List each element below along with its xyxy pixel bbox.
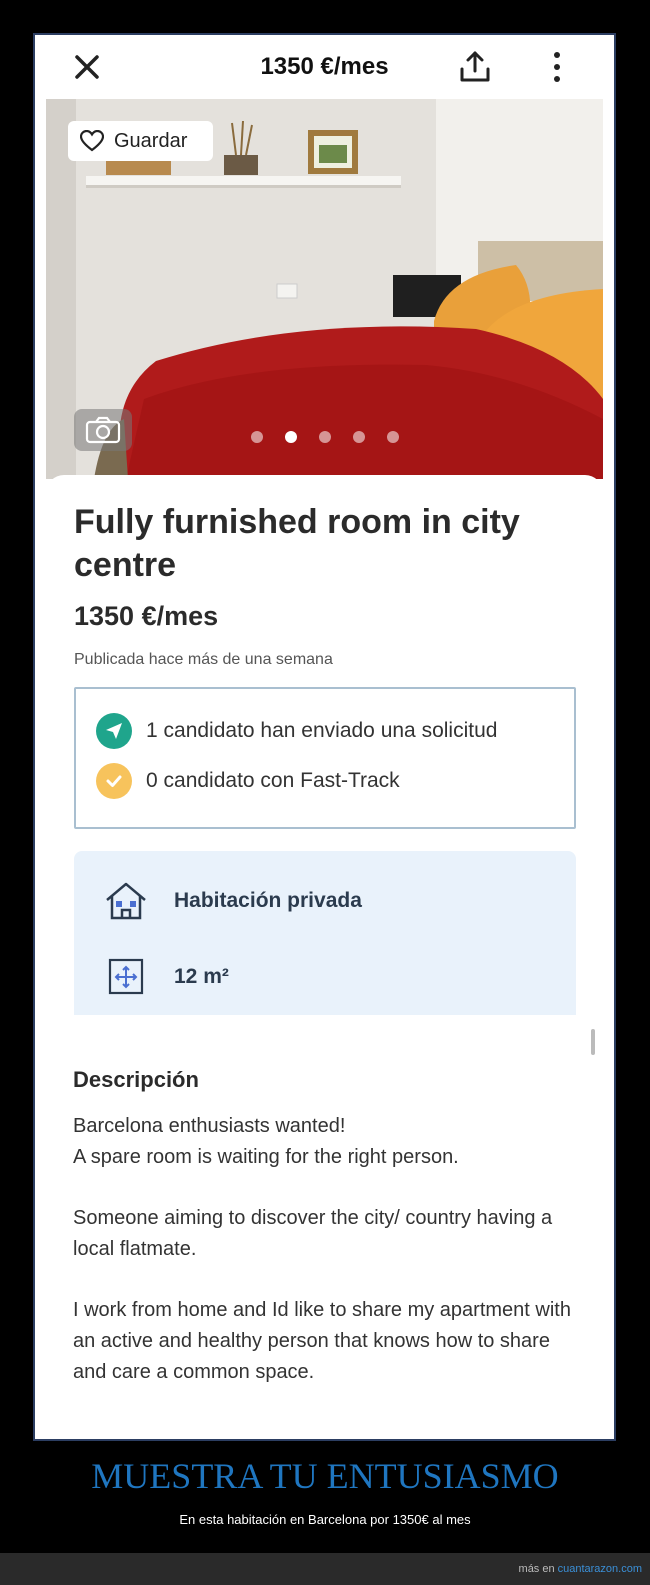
carousel-dot[interactable] xyxy=(387,431,399,443)
feature-size: 12 m² xyxy=(104,957,229,997)
published-date: Publicada hace más de una semana xyxy=(74,651,333,668)
send-icon xyxy=(96,713,132,749)
more-icon[interactable] xyxy=(545,49,569,85)
applicants-box: 1 candidato han enviado una solicitud 0 … xyxy=(74,687,576,829)
feature-room-type: Habitación privada xyxy=(104,881,362,921)
carousel-dot[interactable] xyxy=(251,431,263,443)
scrollbar[interactable] xyxy=(591,1029,595,1055)
share-icon[interactable] xyxy=(457,49,493,85)
carousel-dots[interactable] xyxy=(251,431,399,443)
features-box: Habitación privada 12 m² xyxy=(74,851,576,1021)
top-bar: 1350 €/mes xyxy=(35,35,614,99)
listing-title: Fully furnished room in city centre xyxy=(74,503,520,584)
fast-track-row: 0 candidato con Fast-Track xyxy=(96,763,400,799)
gallery-button[interactable] xyxy=(74,409,132,451)
save-label: Guardar xyxy=(114,129,188,152)
description-paragraph: Barcelona enthusiasts wanted! A spare ro… xyxy=(73,1115,459,1168)
description-paragraph: I work from home and Id like to share my… xyxy=(73,1299,571,1383)
carousel-dot[interactable] xyxy=(353,431,365,443)
save-button[interactable]: Guardar xyxy=(68,121,213,161)
caption-subtitle: En esta habitación en Barcelona por 1350… xyxy=(179,1512,471,1527)
heart-icon xyxy=(80,130,104,152)
fast-track-text: 0 candidato con Fast-Track xyxy=(146,769,400,792)
listing-photo[interactable]: Guardar xyxy=(46,99,603,479)
description-heading: Descripción xyxy=(73,1067,199,1092)
caption-title: MUESTRA TU ENTUSIASMO xyxy=(91,1456,559,1496)
applicants-requests-text: 1 candidato han enviado una solicitud xyxy=(146,719,498,742)
footer-site-link[interactable]: cuantarazon.com xyxy=(558,1563,642,1575)
description-paragraph: Someone aiming to discover the city/ cou… xyxy=(73,1207,553,1260)
room-type-label: Habitación privada xyxy=(174,889,362,912)
camera-icon xyxy=(85,416,121,444)
carousel-dot-active[interactable] xyxy=(285,431,297,443)
footer-prefix: más en xyxy=(518,1563,555,1575)
carousel-dot[interactable] xyxy=(319,431,331,443)
listing-price: 1350 €/mes xyxy=(74,601,219,631)
size-label: 12 m² xyxy=(174,965,229,988)
applicants-requests-row: 1 candidato han enviado una solicitud xyxy=(96,713,497,749)
site-footer: más en cuantarazon.com xyxy=(0,1553,650,1585)
check-icon xyxy=(96,763,132,799)
app-frame: 1350 €/mes Guardar Fully furnished room … xyxy=(33,33,616,1441)
description-section: Descripción Barcelona enthusiasts wanted… xyxy=(35,1015,614,1439)
page-title: 1350 €/mes xyxy=(260,53,389,80)
listing-details: Fully furnished room in city centre 1350… xyxy=(46,475,603,1021)
move-icon xyxy=(108,958,144,995)
house-icon xyxy=(106,882,146,920)
